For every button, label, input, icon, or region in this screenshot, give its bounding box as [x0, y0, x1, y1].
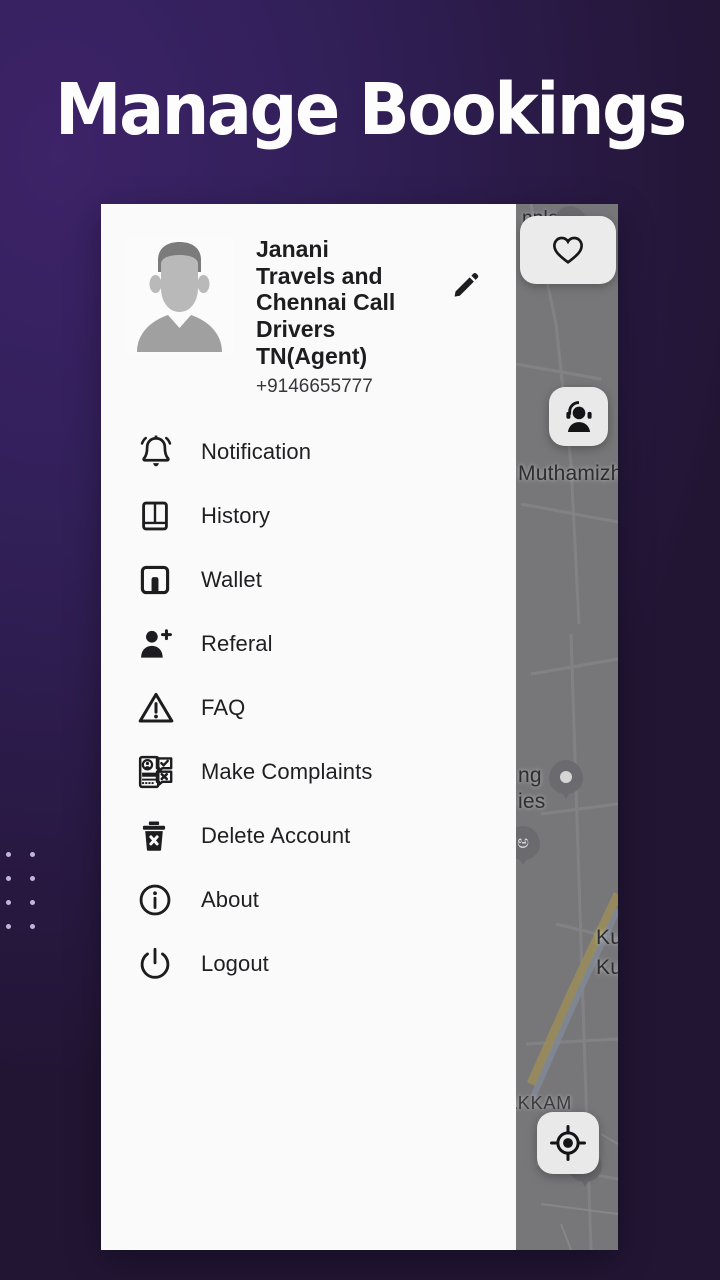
- decorative-dot: [6, 924, 11, 929]
- menu-item-label: Logout: [201, 951, 269, 977]
- menu-item-label: FAQ: [201, 695, 246, 721]
- phone-screenshot: nple n... Muthamizh ng ies Ku Ku AKKAM ಅ…: [101, 204, 618, 1250]
- menu-item-label: Notification: [201, 439, 312, 465]
- pencil-edit-icon: [454, 272, 479, 297]
- menu-item-make-complaints[interactable]: Make Complaints: [101, 740, 516, 804]
- menu-item-faq[interactable]: FAQ: [101, 676, 516, 740]
- decorative-dot: [6, 852, 11, 857]
- my-location-button[interactable]: [537, 1112, 599, 1174]
- complaint-document-icon: [137, 753, 179, 791]
- profile-text-block: Janani Travels and Chennai Call Drivers …: [256, 232, 408, 398]
- avatar[interactable]: [125, 236, 234, 354]
- menu-item-history[interactable]: History: [101, 484, 516, 548]
- map-label: Ku: [596, 956, 618, 979]
- map-label: Muthamizh: [518, 462, 618, 485]
- decorative-dot: [30, 852, 35, 857]
- wallet-icon: [137, 562, 179, 598]
- menu-item-referal[interactable]: Referal: [101, 612, 516, 676]
- map-pin-dot: [560, 771, 572, 783]
- menu-item-label: Make Complaints: [201, 759, 373, 785]
- menu-item-about[interactable]: About: [101, 868, 516, 932]
- my-location-crosshair-icon: [550, 1125, 586, 1161]
- map-label: Ku: [596, 926, 618, 949]
- decorative-dot: [30, 924, 35, 929]
- warning-triangle-icon: [137, 689, 179, 727]
- edit-profile-button[interactable]: [449, 268, 483, 302]
- profile-header[interactable]: Janani Travels and Chennai Call Drivers …: [101, 204, 516, 398]
- menu-item-label: History: [201, 503, 271, 529]
- menu-item-wallet[interactable]: Wallet: [101, 548, 516, 612]
- bell-icon: [137, 433, 179, 471]
- person-add-icon: [137, 625, 179, 663]
- dot-grid-decoration: [0, 852, 54, 948]
- decorative-dot: [30, 900, 35, 905]
- profile-phone: +9146655777: [256, 376, 373, 398]
- decorative-dot: [6, 900, 11, 905]
- decorative-dot: [6, 876, 11, 881]
- trash-x-icon: [137, 819, 179, 853]
- favorite-card[interactable]: [520, 216, 616, 284]
- page-title: Manage Bookings: [55, 68, 687, 151]
- heart-icon: [553, 236, 583, 264]
- decorative-dot: [30, 876, 35, 881]
- menu-item-delete-account[interactable]: Delete Account: [101, 804, 516, 868]
- info-circle-icon: [137, 882, 179, 918]
- drawer-menu: Notification History Wallet Referal FAQ …: [101, 420, 516, 996]
- navigation-drawer: Janani Travels and Chennai Call Drivers …: [101, 204, 516, 1250]
- support-agent-icon: [565, 400, 592, 432]
- menu-item-label: Delete Account: [201, 823, 351, 849]
- menu-item-label: About: [201, 887, 259, 913]
- default-person-avatar-icon: [125, 236, 234, 354]
- profile-name: Janani Travels and Chennai Call Drivers …: [256, 236, 396, 369]
- support-agent-button[interactable]: [549, 387, 608, 446]
- map-label: ies: [518, 790, 546, 813]
- menu-item-notification[interactable]: Notification: [101, 420, 516, 484]
- book-icon: [137, 498, 179, 534]
- menu-item-label: Referal: [201, 631, 273, 657]
- power-icon: [137, 946, 179, 982]
- menu-item-label: Wallet: [201, 567, 262, 593]
- map-label: ng: [518, 764, 542, 787]
- om-symbol-icon: ಅ: [517, 832, 529, 853]
- menu-item-logout[interactable]: Logout: [101, 932, 516, 996]
- map-pin-place[interactable]: [549, 760, 583, 794]
